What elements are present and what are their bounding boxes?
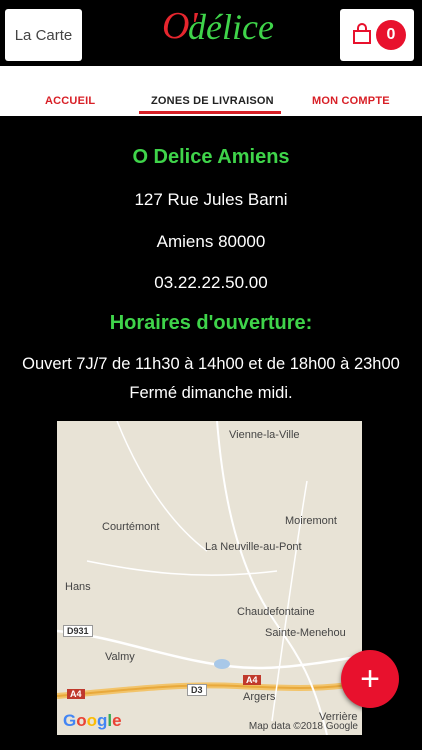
- google-logo-text: Google: [63, 711, 122, 730]
- map-place: Valmy: [105, 651, 135, 663]
- map-road-label: D931: [63, 625, 93, 637]
- map-road-label: A4: [67, 689, 85, 699]
- map-road-label: A4: [243, 675, 261, 685]
- active-tab-indicator: [139, 111, 281, 114]
- map-place: Vienne-la-Ville: [229, 429, 300, 441]
- la-carte-button[interactable]: La Carte: [5, 9, 82, 61]
- plus-icon: +: [360, 659, 380, 698]
- cart-count-badge: 0: [376, 20, 406, 50]
- nav-tabs: ACCUEIL ZONES DE LIVRAISON MON COMPTE: [0, 66, 422, 116]
- odelice-logo[interactable]: O' délice: [160, 2, 274, 54]
- store-address: 127 Rue Jules Barni: [134, 190, 288, 209]
- shopping-bag-icon: [353, 23, 371, 44]
- map-place: Moiremont: [285, 515, 337, 527]
- add-button[interactable]: +: [341, 650, 399, 708]
- logo-rest: délice: [188, 7, 274, 47]
- tab-zones-de-livraison[interactable]: ZONES DE LIVRAISON: [151, 95, 274, 107]
- google-logo: Google: [63, 711, 122, 731]
- map-road-label: D3: [187, 684, 207, 696]
- store-name: O Delice Amiens: [132, 146, 290, 168]
- store-phone[interactable]: 03.22.22.50.00: [0, 273, 422, 293]
- app-header: La Carte O' délice 0: [0, 0, 422, 66]
- map-credit[interactable]: Map data ©2018 Google: [249, 721, 358, 732]
- hours-line-1: Ouvert 7J/7 de 11h30 à 14h00 et de 18h00…: [22, 355, 400, 373]
- map-roads-graphic: [57, 421, 362, 735]
- map-place: Chaudefontaine: [237, 606, 315, 618]
- cart-button[interactable]: 0: [340, 9, 414, 61]
- hours-line-2: Fermé dimanche midi.: [129, 384, 293, 402]
- hours-title: Horaires d'ouverture:: [109, 312, 313, 334]
- store-city: Amiens 80000: [156, 232, 266, 251]
- map-place: Courtémont: [102, 521, 160, 533]
- tab-mon-compte[interactable]: MON COMPTE: [312, 95, 390, 107]
- map-place: Sainte-Menehou: [265, 627, 346, 639]
- tab-accueil[interactable]: ACCUEIL: [45, 95, 95, 107]
- map-place: La Neuville-au-Pont: [205, 541, 302, 553]
- map-place: Hans: [65, 581, 91, 593]
- map-place: Argers: [243, 691, 276, 703]
- delivery-map[interactable]: Vienne-la-Ville Courtémont Moiremont La …: [57, 421, 362, 735]
